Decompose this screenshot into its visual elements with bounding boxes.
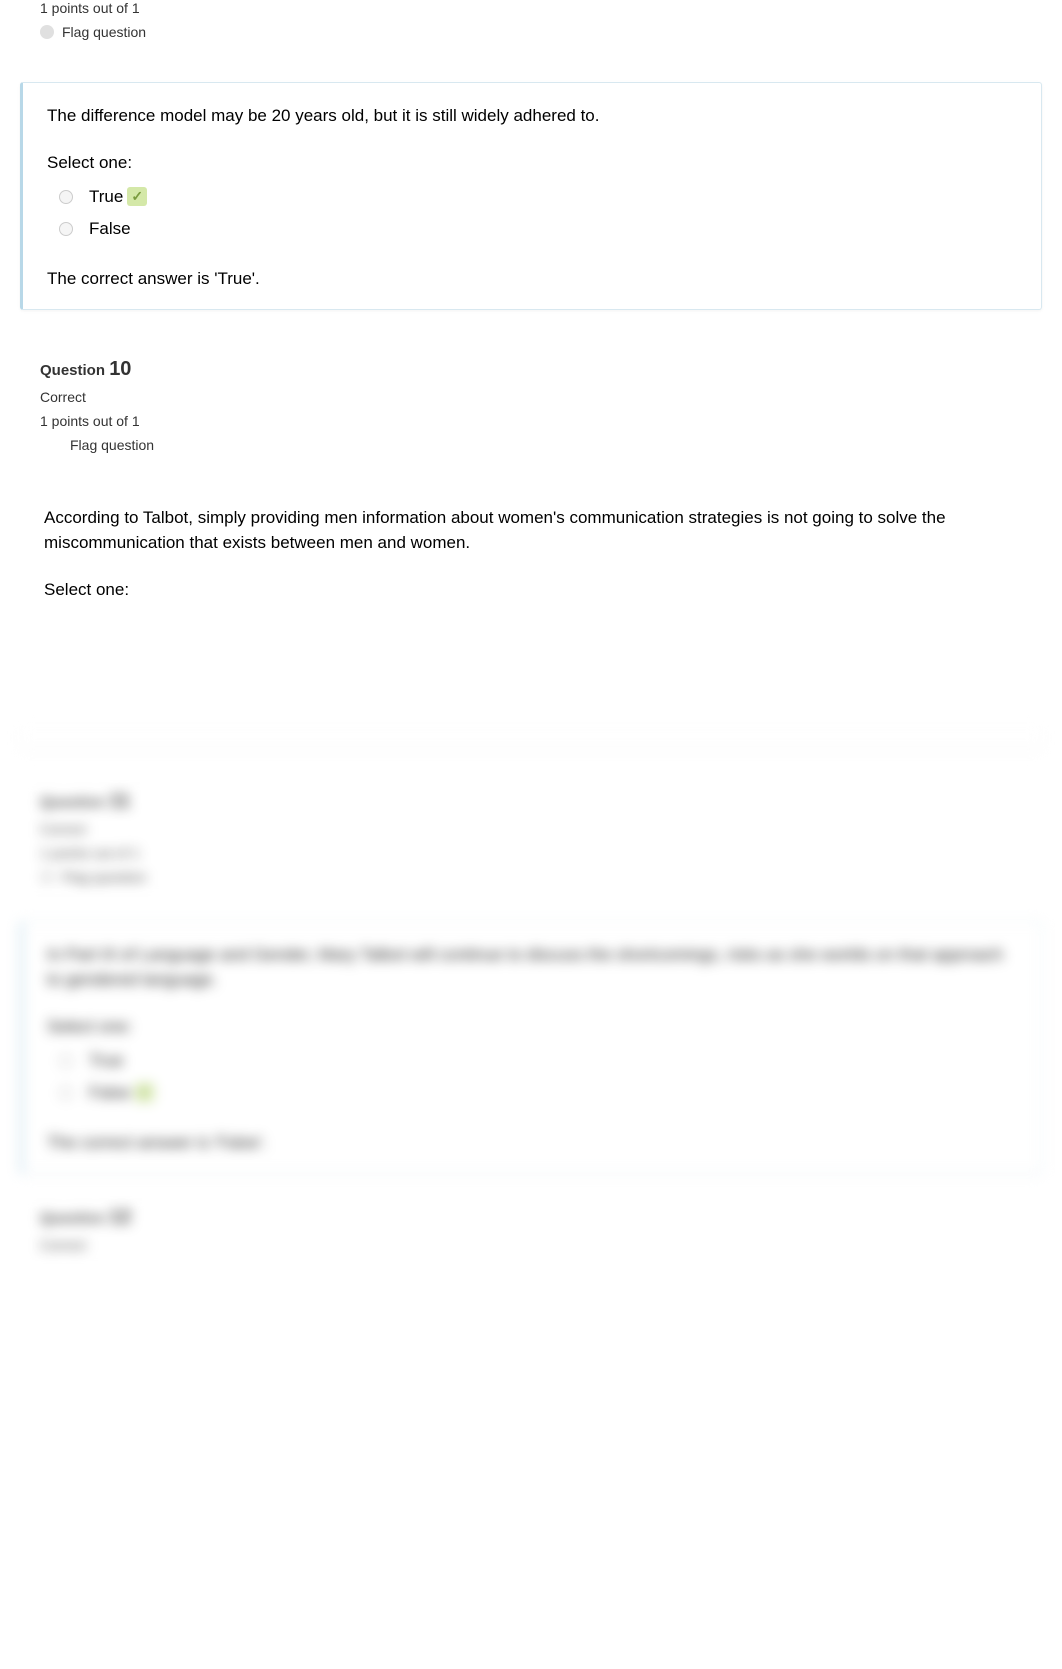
points-text: 1 points out of 1 — [40, 413, 1022, 429]
flag-label: Flag question — [62, 24, 146, 40]
status-text: Correct — [40, 389, 1022, 405]
option-label-false: False — [89, 1083, 131, 1103]
flag-label: Flag question — [70, 437, 154, 453]
points-text: 1 points out of 1 — [40, 845, 1022, 861]
select-one-label: Select one: — [44, 580, 1018, 600]
question-num: 10 — [109, 358, 131, 380]
question-label: Question — [40, 794, 105, 811]
radio-icon — [59, 1054, 73, 1068]
status-text: Correct — [40, 821, 1022, 837]
question-number: Question 10 — [40, 358, 1022, 381]
option-true[interactable]: True ✓ — [47, 181, 1017, 213]
question-11-body: In Part III of Language and Gender, Mary… — [20, 921, 1042, 1174]
correct-check-icon: ✓ — [127, 187, 147, 206]
points-text: 1 points out of 1 — [40, 0, 1022, 16]
option-true: True — [47, 1045, 1017, 1077]
flag-question-link[interactable]: Flag question — [40, 24, 1022, 40]
option-label-true: True — [89, 1051, 123, 1071]
question-11-header: Question 11 Correct 1 points out of 1 Fl… — [20, 778, 1042, 901]
question-num: 12 — [109, 1206, 131, 1228]
question-num: 11 — [109, 790, 130, 812]
option-false: False ✓ — [47, 1077, 1017, 1109]
select-one-label: Select one: — [47, 153, 1017, 173]
option-label-false: False — [89, 219, 131, 239]
select-one-label: Select one: — [47, 1017, 1017, 1037]
status-text: Correct — [40, 1237, 1022, 1253]
radio-icon — [59, 1086, 73, 1100]
option-label-true: True — [89, 187, 123, 207]
question-text: The difference model may be 20 years old… — [47, 103, 1017, 129]
radio-icon — [59, 190, 73, 204]
radio-icon — [59, 222, 73, 236]
flag-icon — [40, 25, 54, 39]
flag-question-link[interactable]: Flag question — [40, 437, 1022, 453]
question-text: According to Talbot, simply providing me… — [44, 505, 1018, 556]
correct-check-icon: ✓ — [135, 1083, 155, 1102]
question-label: Question — [40, 362, 105, 379]
question-label: Question — [40, 1210, 105, 1227]
option-false[interactable]: False — [47, 213, 1017, 245]
question-text: In Part III of Language and Gender, Mary… — [47, 942, 1017, 993]
question-9-body: The difference model may be 20 years old… — [20, 82, 1042, 310]
question-number: Question 12 — [40, 1206, 1022, 1229]
feedback-text: The correct answer is 'True'. — [47, 269, 1017, 289]
flag-question-link: Flag question — [40, 869, 1022, 885]
question-10-body: According to Talbot, simply providing me… — [20, 485, 1042, 628]
question-12-header: Question 12 Correct — [20, 1194, 1042, 1273]
feedback-text: The correct answer is 'False'. — [47, 1133, 1017, 1153]
flag-icon — [40, 870, 54, 884]
blurred-preview: Question 11 Correct 1 points out of 1 Fl… — [20, 728, 1042, 1273]
question-10-header: Question 10 Correct 1 points out of 1 Fl… — [20, 350, 1042, 465]
question-9-header-partial: 1 points out of 1 Flag question — [20, 0, 1042, 52]
flag-label: Flag question — [62, 869, 146, 885]
question-number: Question 11 — [40, 790, 1022, 813]
